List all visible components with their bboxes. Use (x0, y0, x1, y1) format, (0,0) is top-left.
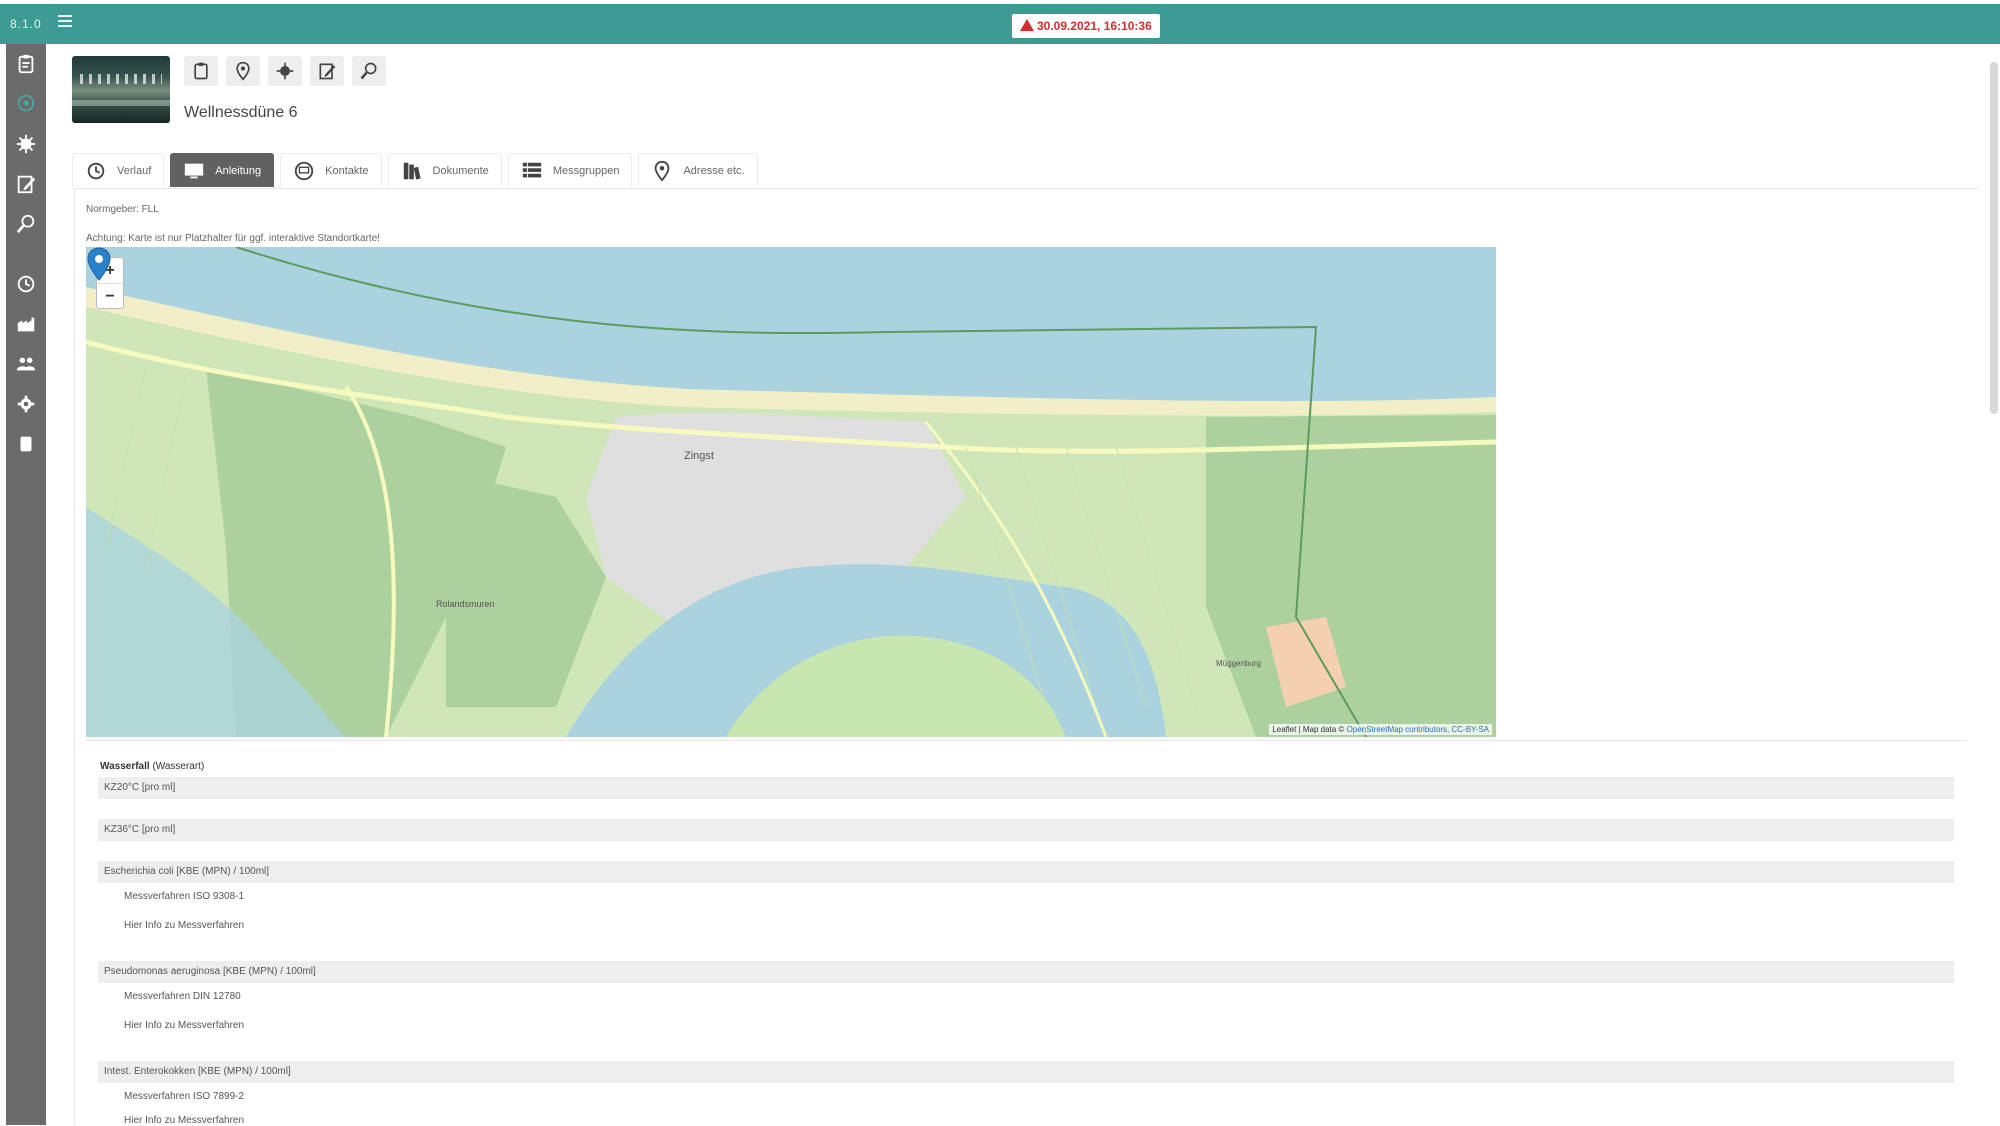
method-text: Messverfahren DIN 12780 (124, 991, 241, 1002)
water-type-name: Wasserfall (100, 761, 150, 772)
tab-bar: Verlauf Anleitung Kontakte Dokumente Mes… (72, 153, 758, 187)
map-pin-icon (655, 160, 670, 182)
tab-dokumente[interactable]: Dokumente (387, 153, 502, 187)
edit-note-icon (17, 175, 36, 194)
parameter-row-pseudomonas: Pseudomonas aeruginosa [KBE (MPN) / 100m… (98, 961, 1954, 983)
history-icon (17, 275, 35, 293)
app-version: 8.1.0 (10, 17, 42, 31)
tab-verlauf[interactable]: Verlauf (72, 153, 165, 187)
page-scrollbar[interactable] (1990, 62, 1998, 414)
clipboard-icon (18, 54, 34, 74)
table-list-icon (522, 162, 541, 177)
tab-label: Messgruppen (552, 164, 620, 177)
tab-label: Adresse etc. (683, 164, 745, 177)
factory-icon (17, 317, 35, 332)
map-pin-icon (236, 61, 250, 81)
parameter-row-kz20: KZ20°C [pro ml] (98, 777, 1954, 799)
tab-adresse[interactable]: Adresse etc. (638, 153, 758, 187)
parameter-row-enterokokken: Intest. Enterokokken [KBE (MPN) / 100ml] (98, 1061, 1954, 1083)
location-map[interactable]: + − Zingst Rolandsmuren Müggenburg Leafl… (86, 247, 1496, 737)
map-label-east: Müggenburg (1216, 659, 1261, 668)
map-label-town2: Rolandsmuren (436, 599, 495, 609)
sidebar-item-facility[interactable] (6, 310, 46, 338)
alert-badge[interactable]: 30.09.2021, 16:10:36 (1012, 14, 1160, 38)
screen-icon (185, 163, 204, 178)
tool-button-search[interactable] (352, 56, 386, 86)
tool-button-location[interactable] (226, 56, 260, 86)
search-list-icon (16, 214, 35, 234)
map-pin-icon (17, 94, 35, 112)
sidebar-item-search[interactable] (6, 210, 46, 238)
users-icon (16, 357, 36, 371)
method-text: Messverfahren ISO 9308-1 (124, 891, 245, 902)
hamburger-icon[interactable] (58, 15, 72, 29)
method-info: Hier Info zu Messverfahren (124, 1020, 245, 1031)
edit-note-icon (319, 63, 336, 80)
location-photo (72, 56, 170, 123)
map-label-town: Zingst (684, 450, 714, 462)
alert-text: 30.09.2021, 16:10:36 (1037, 19, 1152, 33)
method-info: Hier Info zu Messverfahren (124, 920, 245, 931)
parameter-group-title: Wasserfall (Wasserart) (100, 761, 204, 772)
tab-anleitung[interactable]: Anleitung (170, 153, 275, 187)
map-note: Achtung: Karte ist nur Platzhalter für g… (86, 233, 381, 244)
sidebar-item-database[interactable] (6, 430, 46, 458)
tab-messgruppen[interactable]: Messgruppen (507, 153, 633, 187)
history-icon (87, 162, 105, 179)
sidebar-item-settings[interactable] (6, 390, 46, 418)
sidebar-item-clipboard[interactable] (6, 50, 46, 78)
map-tiles (86, 247, 1496, 737)
sidebar-item-edit[interactable] (6, 170, 46, 198)
parameter-list: Wasserfall (Wasserart) KZ20°C [pro ml] K… (86, 740, 1966, 1126)
map-marker-icon[interactable] (86, 247, 112, 281)
clipboard-icon (194, 62, 208, 80)
top-bar: 8.1.0 30.09.2021, 16:10:36 (0, 4, 2000, 44)
virus-icon (16, 134, 36, 154)
database-icon (20, 436, 32, 452)
books-icon (403, 162, 421, 179)
sidebar-item-history[interactable] (6, 270, 46, 298)
header-toolbar (184, 56, 386, 86)
tool-button-edit[interactable] (310, 56, 344, 86)
normgeber-text: Normgeber: FLL (86, 204, 159, 215)
map-attribution: Leaflet | Map data © OpenStreetMap contr… (1269, 724, 1492, 735)
tool-button-clipboard[interactable] (184, 56, 218, 86)
parameter-row-kz36: KZ36°C [pro ml] (98, 819, 1954, 841)
warning-triangle-icon (1020, 19, 1034, 31)
attribution-link[interactable]: OpenStreetMap contributors, CC-BY-SA (1347, 725, 1489, 734)
sidebar-item-users[interactable] (6, 350, 46, 378)
tab-label: Verlauf (117, 164, 152, 177)
page-title: Wellnessdüne 6 (184, 104, 298, 121)
virus-icon (276, 62, 294, 80)
water-type-label: (Wasserart) (152, 761, 205, 772)
tool-button-virus[interactable] (268, 56, 302, 86)
attribution-prefix: Leaflet | Map data © (1272, 725, 1345, 734)
gear-icon (17, 395, 35, 413)
contact-icon (294, 161, 314, 180)
sidebar-item-location[interactable] (6, 90, 46, 118)
method-info: Hier Info zu Messverfahren (124, 1115, 245, 1126)
search-list-icon (360, 62, 377, 80)
method-text: Messverfahren ISO 7899-2 (124, 1091, 245, 1102)
parameter-row-ecoli: Escherichia coli [KBE (MPN) / 100ml] (98, 861, 1954, 883)
tab-label: Anleitung (215, 164, 262, 177)
sidebar (6, 44, 46, 1125)
tab-kontakte[interactable]: Kontakte (280, 153, 382, 187)
tab-label: Dokumente (432, 164, 489, 177)
zoom-out-button[interactable]: − (97, 283, 123, 308)
sidebar-item-virus[interactable] (6, 130, 46, 158)
tab-label: Kontakte (325, 164, 369, 177)
